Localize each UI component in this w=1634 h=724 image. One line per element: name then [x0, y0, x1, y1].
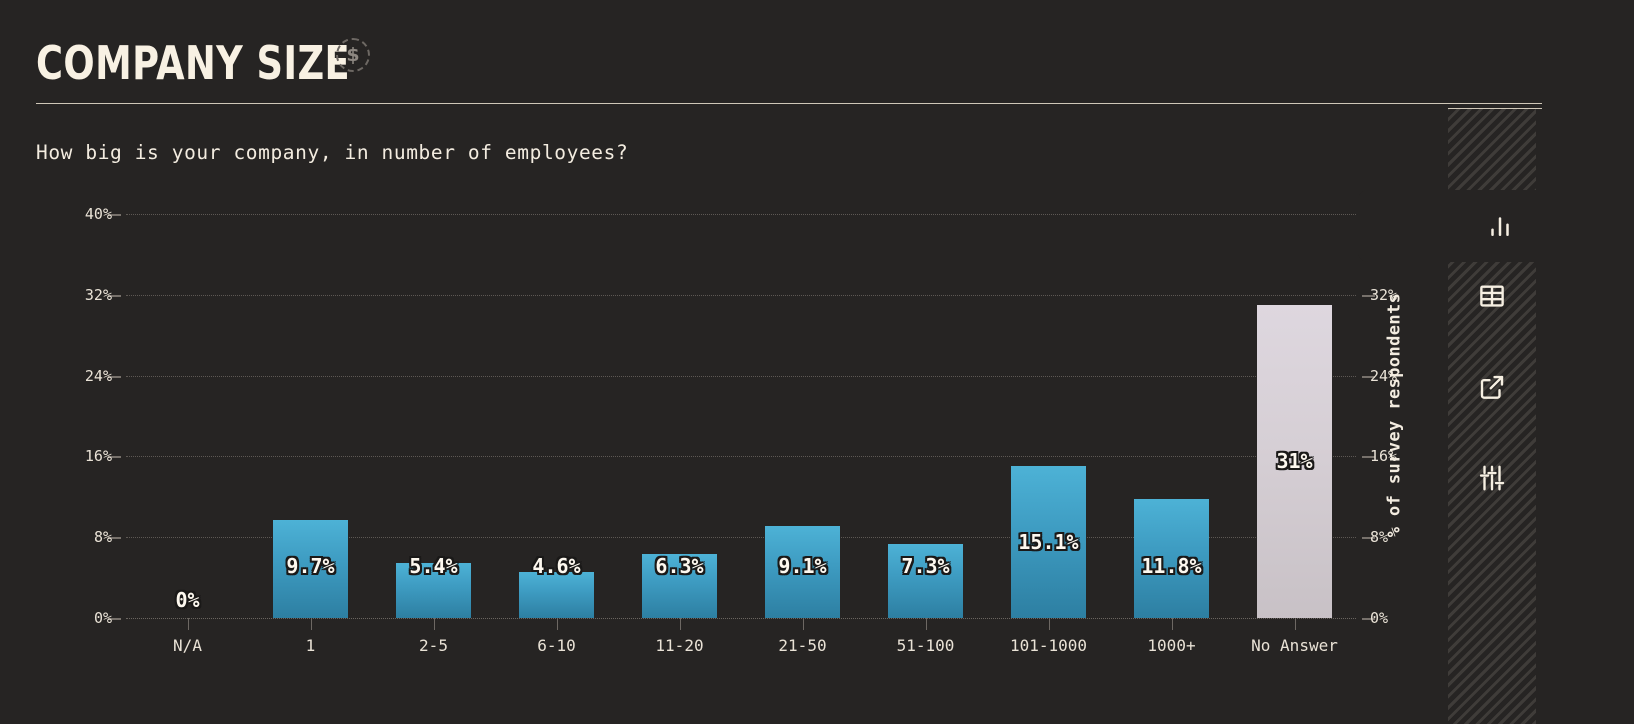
- bar-group[interactable]: 6.3% 11-20: [618, 214, 741, 654]
- bar-group[interactable]: 31% No Answer: [1233, 214, 1356, 654]
- x-axis-tick: [1048, 618, 1050, 630]
- x-axis-label: 1: [305, 636, 316, 655]
- chart-page: COMPANY SIZE $ How big is your company, …: [0, 0, 1634, 724]
- page-title: COMPANY SIZE: [36, 36, 351, 90]
- external-link-icon: [1477, 372, 1507, 402]
- x-axis-tick: [433, 618, 435, 630]
- sliders-icon: [1477, 463, 1507, 493]
- y-axis-label-left: 32%: [84, 285, 112, 304]
- y-axis-label-left: 40%: [84, 205, 112, 223]
- y-axis-label-left: 0%: [93, 609, 112, 627]
- y-axis-title-label: % of survey respondents: [1384, 292, 1405, 538]
- x-axis-tick: [1171, 618, 1173, 630]
- bar-value-label: 31%: [1276, 449, 1313, 474]
- x-axis-tick: [556, 618, 558, 630]
- chart-container: 0%0%8%8%16%16%24%24%32%32%40%40% 0%N/A9.…: [36, 196, 1397, 666]
- bar-group[interactable]: 7.3% 51-100: [864, 214, 987, 654]
- x-axis-label: 11-20: [655, 636, 704, 655]
- open-external-button[interactable]: [1448, 351, 1536, 423]
- filter-settings-button[interactable]: [1448, 442, 1536, 514]
- bar-group[interactable]: 9.1% 21-50: [741, 214, 864, 654]
- table-grid-icon: [1477, 281, 1507, 311]
- table-view-button[interactable]: [1448, 260, 1536, 332]
- dollar-sign-icon: $: [336, 38, 370, 72]
- x-axis-label: 51-100: [896, 636, 955, 655]
- bar-value-label: 7.3%: [901, 554, 950, 578]
- x-axis-tick: [679, 618, 681, 630]
- bar-group[interactable]: 4.6% 6-10: [495, 214, 618, 654]
- y-axis-label-left: 16%: [84, 447, 112, 466]
- x-axis-tick: [802, 618, 804, 630]
- x-axis-tick: [187, 618, 189, 630]
- y-axis-label-left: 8%: [93, 528, 112, 547]
- bar-group[interactable]: 5.4% 2-5: [372, 214, 495, 654]
- bar-group[interactable]: 0% N/A: [126, 214, 249, 654]
- x-axis-label: N/A: [173, 636, 202, 655]
- x-axis-tick: [925, 618, 927, 630]
- x-axis-label: 21-50: [778, 636, 827, 655]
- page-header: COMPANY SIZE: [36, 22, 1542, 104]
- y-axis-title: % of survey respondents: [1381, 270, 1407, 560]
- bar-value-label: 4.6%: [532, 554, 581, 578]
- y-axis-label-right: 0%: [1370, 609, 1389, 627]
- bars-group: 0% N/A 9.7% 1 5.4% 2-5 4.6% 6-10 6.3% 11-20 9.1% 21…: [126, 214, 1356, 654]
- bar-value-label: 9.1%: [778, 554, 827, 578]
- y-axis-label-left: 24%: [84, 366, 112, 385]
- x-axis-tick: [1294, 618, 1296, 630]
- bar-value-label: 11.8%: [1141, 554, 1202, 578]
- x-axis-label: 1000+: [1147, 636, 1196, 655]
- x-axis-label: 6-10: [537, 636, 576, 655]
- bar-value-label: 0%: [175, 588, 200, 612]
- bar[interactable]: [519, 571, 594, 618]
- toolbar-divider: [1448, 108, 1542, 109]
- bar-chart-icon: [1485, 211, 1515, 241]
- bar-group[interactable]: 11.8% 1000+: [1110, 214, 1233, 654]
- x-axis-tick: [310, 618, 312, 630]
- bar-value-label: 9.7%: [286, 554, 335, 578]
- bar-value-label: 15.1%: [1018, 529, 1079, 554]
- header-divider: [36, 103, 1542, 104]
- plot-area: 0%0%8%8%16%16%24%24%32%32%40%40% 0%N/A9.…: [85, 207, 1397, 654]
- question-text: How big is your company, in number of em…: [36, 141, 629, 164]
- bar-group[interactable]: 15.1% 101-1000: [987, 214, 1110, 654]
- x-axis-label: No Answer: [1251, 636, 1338, 655]
- x-axis-label: 2-5: [419, 636, 448, 655]
- bar-group[interactable]: 9.7% 1: [249, 214, 372, 654]
- right-toolbar: [1358, 108, 1634, 724]
- bar-value-label: 6.3%: [655, 554, 704, 578]
- chart-view-button[interactable]: [1358, 190, 1536, 262]
- x-axis-label: 101-1000: [1009, 636, 1088, 655]
- bar-value-label: 5.4%: [409, 554, 458, 578]
